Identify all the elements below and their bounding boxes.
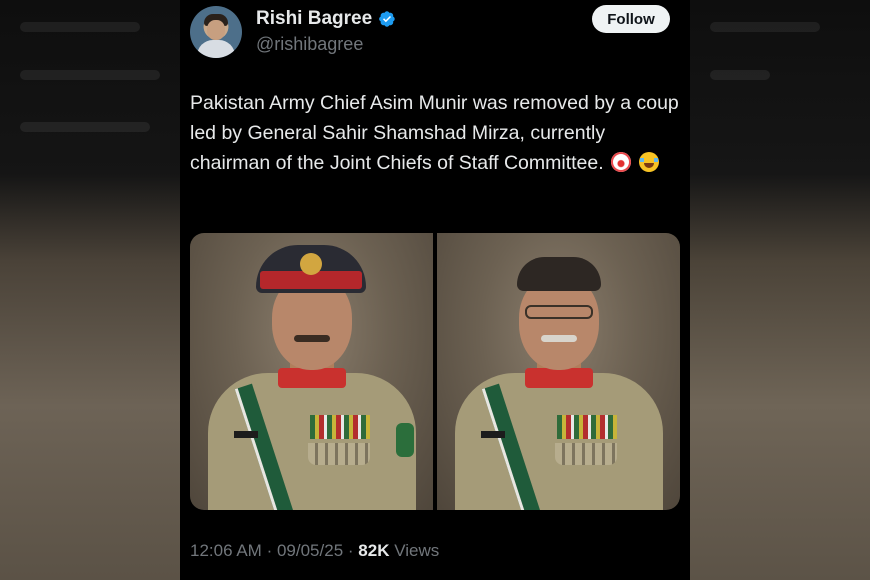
views-label: Views bbox=[394, 541, 440, 560]
tweet-date[interactable]: 09/05/25 bbox=[277, 541, 343, 560]
author-display-name[interactable]: Rishi Bagree bbox=[256, 8, 372, 30]
views-count: 82K bbox=[358, 541, 390, 560]
tweet-meta: 12:06 AM · 09/05/25 · 82K Views bbox=[190, 541, 439, 561]
photo-left[interactable] bbox=[190, 233, 433, 510]
meta-separator: · bbox=[347, 541, 354, 560]
tears-of-joy-emoji-icon bbox=[638, 152, 659, 172]
meta-separator: · bbox=[266, 541, 273, 560]
tweet-body: Pakistan Army Chief Asim Munir was remov… bbox=[190, 92, 679, 174]
tweet-time[interactable]: 12:06 AM bbox=[190, 541, 262, 560]
tweet-media bbox=[190, 233, 680, 510]
author-handle[interactable]: @rishibagree bbox=[256, 34, 363, 55]
blurred-left-panel bbox=[0, 0, 180, 580]
tweet-text: Pakistan Army Chief Asim Munir was remov… bbox=[190, 88, 680, 178]
blurred-right-panel bbox=[690, 0, 870, 580]
verified-badge-icon bbox=[379, 11, 395, 27]
tweet-card: Rishi Bagree @rishibagree Follow Pakista… bbox=[180, 0, 690, 580]
photo-right[interactable] bbox=[437, 233, 680, 510]
clown-face-emoji-icon bbox=[611, 152, 632, 172]
author-name-row: Rishi Bagree bbox=[256, 8, 396, 30]
follow-button[interactable]: Follow bbox=[592, 5, 670, 33]
avatar[interactable] bbox=[190, 6, 242, 58]
